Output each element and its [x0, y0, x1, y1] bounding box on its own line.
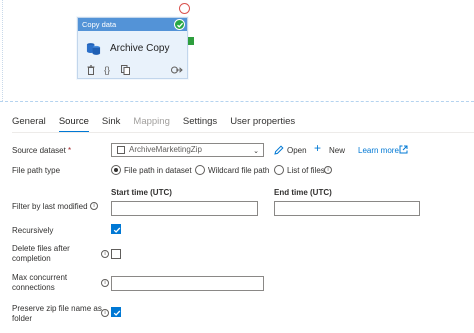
recursively-checkbox[interactable]	[111, 224, 121, 234]
canvas-divider	[0, 101, 474, 102]
properties-tabs: General Source Sink Mapping Settings Use…	[12, 112, 308, 133]
chevron-down-icon: ⌄	[253, 148, 259, 155]
edit-icon[interactable]	[274, 145, 284, 155]
delete-files-label: Delete files after completion	[12, 244, 70, 264]
tab-general[interactable]: General	[12, 112, 46, 132]
tab-mapping: Mapping	[133, 116, 170, 127]
source-dataset-value: ArchiveMarketingZip	[129, 145, 202, 154]
max-concurrent-connections-input[interactable]	[111, 276, 264, 291]
preserve-zip-checkbox[interactable]	[111, 307, 121, 317]
tab-source[interactable]: Source	[58, 112, 90, 133]
info-icon[interactable]: i	[101, 250, 109, 258]
preserve-zip-label: Preserve zip file name as folder	[12, 304, 102, 324]
tabs-divider	[12, 132, 474, 133]
source-dataset-select[interactable]: ArchiveMarketingZip ⌄	[111, 143, 264, 157]
source-dataset-label: Source dataset *	[12, 146, 71, 156]
start-time-label: Start time (UTC)	[111, 188, 172, 197]
info-icon[interactable]: i	[324, 166, 332, 174]
open-button[interactable]: Open	[287, 146, 307, 156]
pipeline-canvas[interactable]: Copy data Archive Copy {}	[0, 0, 474, 104]
success-check-icon	[174, 19, 185, 30]
radio-label-file-path-in-dataset: File path in dataset	[124, 166, 192, 175]
start-time-input[interactable]	[111, 201, 258, 216]
checkmark-icon	[113, 310, 121, 316]
file-path-type-label: File path type	[12, 166, 61, 175]
canvas-left-edge	[2, 0, 3, 101]
copy-data-activity[interactable]: Copy data Archive Copy {}	[77, 17, 188, 79]
info-icon[interactable]: i	[101, 279, 109, 287]
clone-icon[interactable]	[121, 65, 130, 75]
delete-files-label-line2: completion	[12, 254, 51, 263]
failure-port-icon[interactable]	[179, 3, 190, 14]
external-link-icon[interactable]	[399, 145, 408, 154]
tab-settings[interactable]: Settings	[183, 112, 217, 132]
delete-files-label-line1: Delete files after	[12, 244, 70, 253]
copy-data-icon	[86, 42, 101, 55]
preserve-zip-label-line2: folder	[12, 314, 33, 323]
tab-sink[interactable]: Sink	[102, 112, 120, 132]
activity-name: Archive Copy	[110, 42, 170, 54]
radio-label-wildcard-file-path: Wildcard file path	[208, 166, 270, 175]
dataset-icon	[117, 146, 125, 154]
radio-wildcard-file-path[interactable]	[195, 165, 205, 175]
required-marker: *	[68, 146, 72, 155]
end-time-label: End time (UTC)	[274, 188, 332, 197]
max-concurrent-label-line2: connections	[12, 283, 55, 292]
info-icon[interactable]: i	[101, 309, 109, 317]
activity-type-label: Copy data	[82, 20, 117, 29]
new-button[interactable]: New	[329, 146, 345, 156]
plus-icon[interactable]: +	[314, 142, 321, 154]
end-time-input[interactable]	[274, 201, 420, 216]
tab-user-properties[interactable]: User properties	[230, 112, 295, 132]
radio-list-of-files[interactable]	[274, 165, 284, 175]
info-icon[interactable]: i	[90, 202, 98, 210]
delete-icon[interactable]	[87, 65, 95, 75]
filter-by-last-modified-label: Filter by last modified	[12, 202, 88, 211]
max-concurrent-label: Max concurrent connections	[12, 273, 67, 293]
radio-label-list-of-files: List of files	[287, 166, 325, 175]
checkmark-icon	[113, 227, 121, 233]
preserve-zip-label-line1: Preserve zip file name as	[12, 304, 102, 313]
recursively-label: Recursively	[12, 226, 54, 235]
output-arrow-icon[interactable]	[171, 65, 183, 75]
learn-more-link[interactable]: Learn more	[358, 146, 399, 156]
success-port[interactable]	[188, 37, 194, 45]
delete-files-checkbox[interactable]	[111, 249, 121, 259]
source-dataset-label-text: Source dataset	[12, 146, 66, 155]
max-concurrent-label-line1: Max concurrent	[12, 273, 68, 282]
radio-file-path-in-dataset[interactable]	[111, 165, 121, 175]
activity-header: Copy data	[78, 18, 187, 31]
activity-toolbar: {}	[87, 65, 184, 76]
code-icon[interactable]: {}	[104, 65, 110, 75]
